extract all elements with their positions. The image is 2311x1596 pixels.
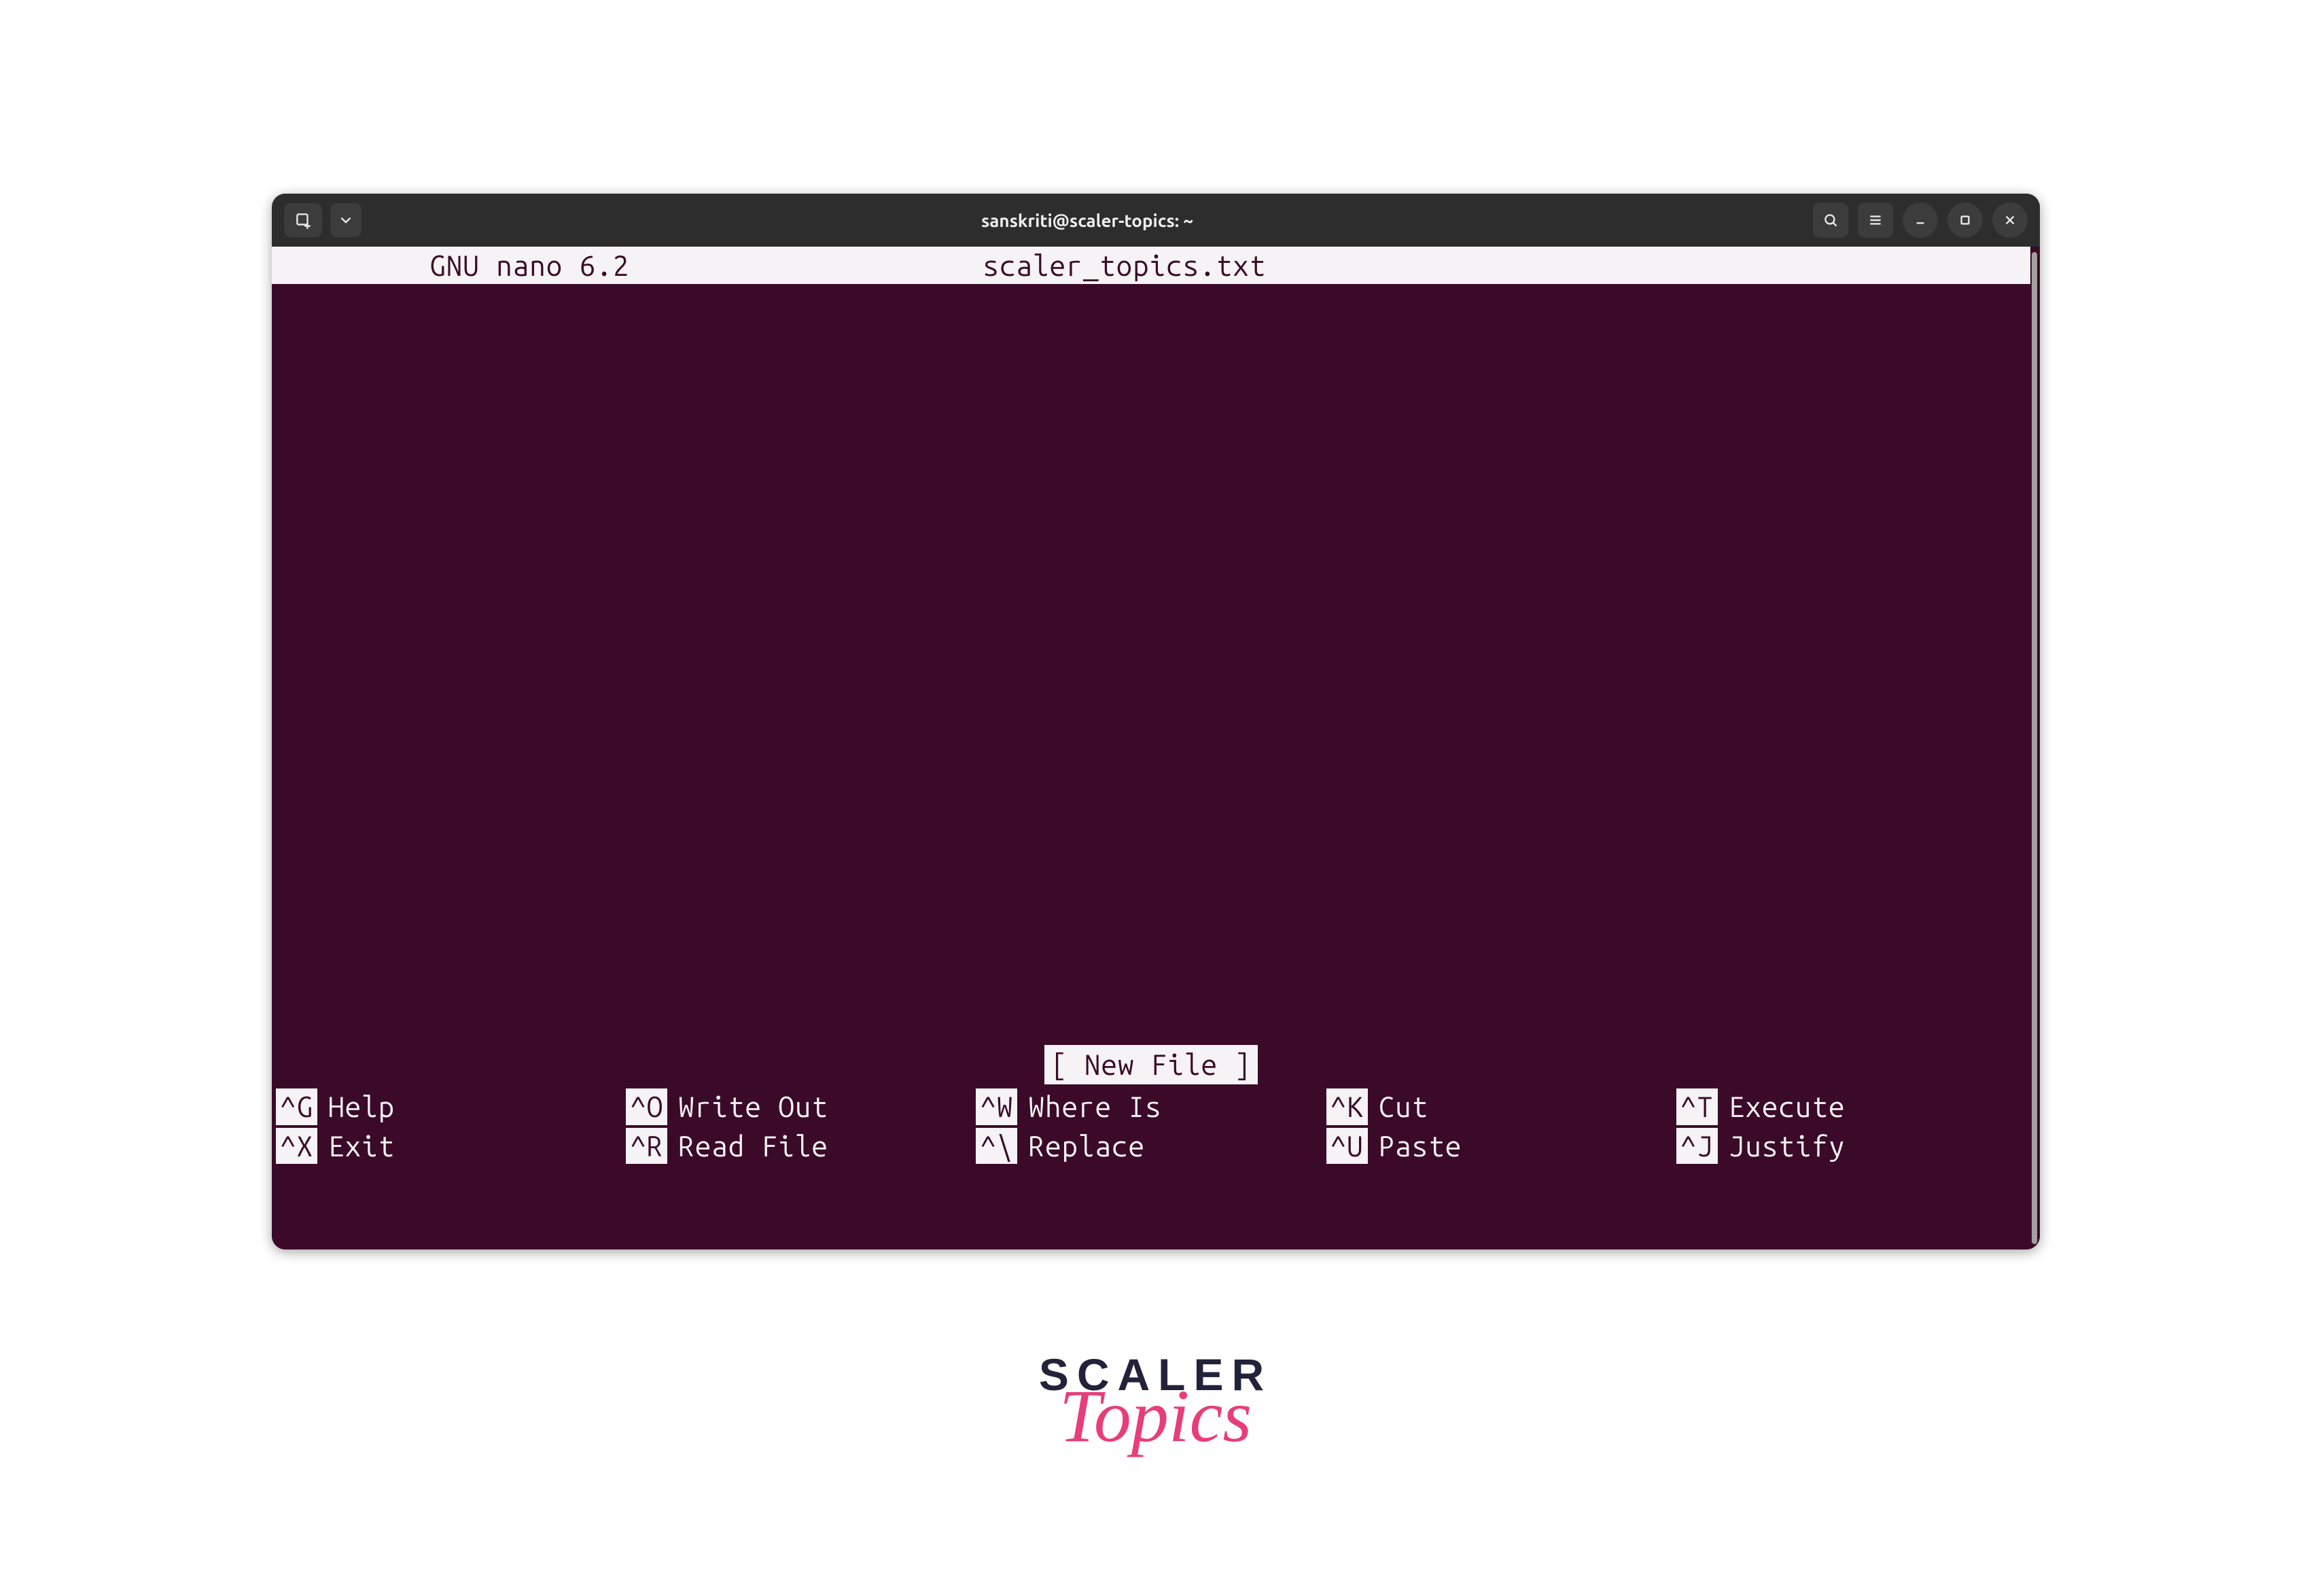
menu-button[interactable] bbox=[1858, 202, 1893, 238]
search-icon bbox=[1822, 211, 1839, 229]
shortcut-key: ^R bbox=[626, 1128, 667, 1165]
shortcut-read-file: ^R Read File bbox=[626, 1128, 976, 1165]
nano-edit-area[interactable] bbox=[272, 284, 2030, 1045]
shortcut-key: ^K bbox=[1326, 1088, 1368, 1125]
shortcut-replace: ^\ Replace bbox=[976, 1128, 1326, 1165]
shortcut-where-is: ^W Where Is bbox=[976, 1088, 1326, 1125]
shortcut-label: Replace bbox=[1028, 1128, 1145, 1165]
shortcut-label: Execute bbox=[1729, 1088, 1846, 1125]
maximize-button[interactable] bbox=[1947, 202, 1983, 238]
shortcut-key: ^U bbox=[1326, 1128, 1368, 1165]
nano-header: GNU nano 6.2 scaler_topics.txt bbox=[272, 247, 2030, 284]
scaler-topics-watermark: SCALER Topics bbox=[1039, 1349, 1272, 1459]
shortcut-key: ^T bbox=[1676, 1088, 1718, 1125]
shortcut-execute: ^T Execute bbox=[1676, 1088, 2026, 1125]
maximize-icon bbox=[1956, 211, 1974, 229]
shortcut-label: Paste bbox=[1379, 1128, 1462, 1165]
shortcut-key: ^O bbox=[626, 1088, 667, 1125]
shortcut-label: Help bbox=[328, 1088, 395, 1125]
shortcut-label: Where Is bbox=[1028, 1088, 1161, 1125]
nano-file-name: scaler_topics.txt bbox=[983, 247, 1266, 284]
shortcut-label: Read File bbox=[678, 1128, 828, 1165]
terminal-scrollbar[interactable] bbox=[2032, 252, 2037, 1244]
shortcut-help: ^G Help bbox=[276, 1088, 626, 1125]
shortcut-key: ^G bbox=[276, 1088, 317, 1125]
nano-status-line-wrap: [ New File ] bbox=[272, 1045, 2030, 1084]
shortcut-justify: ^J Justify bbox=[1676, 1128, 2026, 1165]
shortcut-label: Justify bbox=[1729, 1128, 1846, 1165]
titlebar-right-group bbox=[1813, 202, 2028, 238]
terminal-window: sanskriti@scaler-topics: ~ GNU nano 6.2 bbox=[272, 194, 2040, 1249]
shortcut-key: ^\ bbox=[976, 1128, 1017, 1165]
shortcut-label: Cut bbox=[1379, 1088, 1429, 1125]
close-icon bbox=[2001, 211, 2019, 229]
new-tab-icon bbox=[294, 211, 312, 229]
window-title: sanskriti@scaler-topics: ~ bbox=[371, 211, 1803, 230]
minimize-icon bbox=[1911, 211, 1929, 229]
chevron-down-icon bbox=[337, 211, 355, 229]
shortcut-key: ^W bbox=[976, 1088, 1017, 1125]
search-button[interactable] bbox=[1813, 202, 1848, 238]
shortcut-label: Write Out bbox=[678, 1088, 828, 1125]
shortcut-exit: ^X Exit bbox=[276, 1128, 626, 1165]
shortcut-key: ^X bbox=[276, 1128, 317, 1165]
shortcut-paste: ^U Paste bbox=[1326, 1128, 1676, 1165]
shortcut-label: Exit bbox=[328, 1128, 395, 1165]
shortcut-key: ^J bbox=[1676, 1128, 1718, 1165]
close-button[interactable] bbox=[1992, 202, 2028, 238]
nano-status-line: [ New File ] bbox=[1044, 1045, 1258, 1084]
shortcut-write-out: ^O Write Out bbox=[626, 1088, 976, 1125]
terminal-body[interactable]: GNU nano 6.2 scaler_topics.txt [ New Fil… bbox=[272, 247, 2040, 1249]
titlebar: sanskriti@scaler-topics: ~ bbox=[272, 194, 2040, 247]
hamburger-icon bbox=[1867, 211, 1884, 229]
shortcut-cut: ^K Cut bbox=[1326, 1088, 1676, 1125]
nano-shortcut-bar: ^G Help ^O Write Out ^W Where Is ^K Cut … bbox=[272, 1088, 2030, 1188]
minimize-button[interactable] bbox=[1903, 202, 1938, 238]
watermark-line2: Topics bbox=[1039, 1373, 1272, 1459]
nano-app-label: GNU nano 6.2 bbox=[429, 247, 629, 284]
